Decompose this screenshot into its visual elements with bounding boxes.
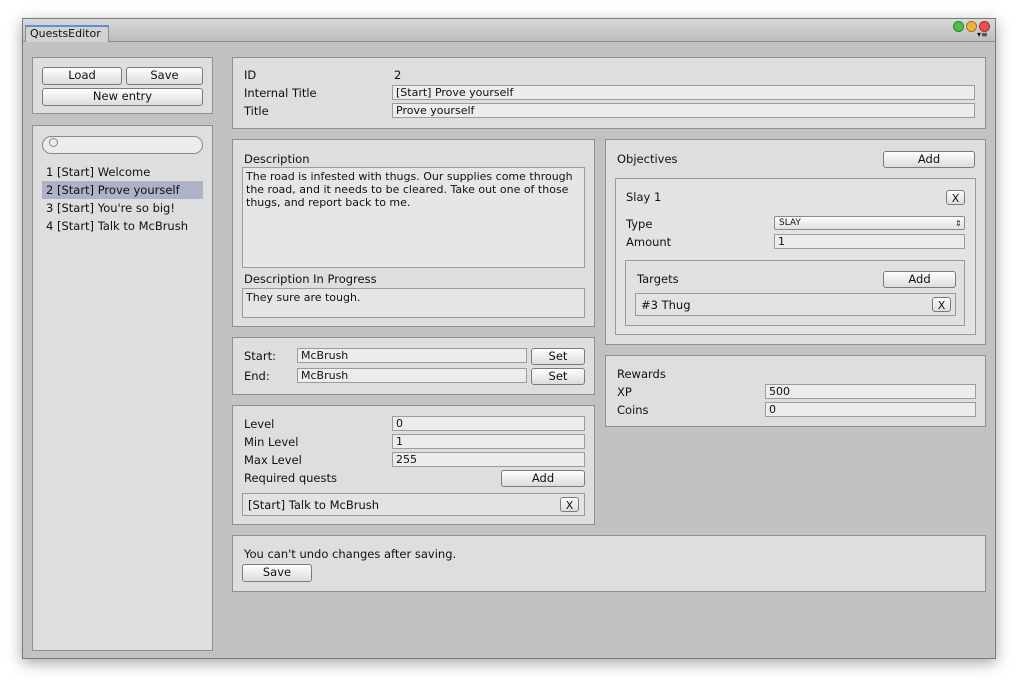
- max-level-label: Max Level: [244, 453, 302, 467]
- window-menu-icon[interactable]: ▾≡: [977, 30, 988, 39]
- objectives-label: Objectives: [617, 152, 678, 166]
- rewards-label: Rewards: [617, 367, 666, 381]
- quest-list-item[interactable]: 1 [Start] Welcome: [42, 163, 203, 181]
- min-level-field[interactable]: 1: [392, 434, 585, 449]
- targets-label: Targets: [637, 272, 679, 286]
- end-npc-field[interactable]: McBrush: [297, 368, 527, 383]
- objective-type-value: SLAY: [779, 218, 801, 228]
- file-actions-panel: Load Save New entry: [32, 57, 213, 114]
- set-end-npc-button[interactable]: Set: [531, 368, 585, 385]
- npc-panel: Start: McBrush Set End: McBrush Set: [232, 337, 595, 395]
- coins-label: Coins: [617, 403, 649, 417]
- save-button[interactable]: Save: [242, 564, 312, 582]
- quest-list-item-selected[interactable]: 2 [Start] Prove yourself: [42, 181, 203, 199]
- new-entry-button[interactable]: New entry: [42, 88, 203, 106]
- footer-panel: You can't undo changes after saving. Sav…: [232, 535, 986, 592]
- quest-list-item[interactable]: 4 [Start] Talk to McBrush: [42, 217, 203, 235]
- set-start-npc-button[interactable]: Set: [531, 348, 585, 365]
- quest-list: 1 [Start] Welcome 2 [Start] Prove yourse…: [42, 163, 203, 235]
- objective-name: Slay 1: [626, 190, 662, 204]
- title-label: Title: [244, 104, 269, 118]
- objective-amount-label: Amount: [626, 235, 672, 249]
- targets-panel: Targets Add #3 Thug X: [625, 260, 965, 326]
- remove-required-quest-button[interactable]: X: [560, 497, 579, 512]
- coins-field[interactable]: 0: [765, 402, 976, 417]
- required-quests-label: Required quests: [244, 471, 337, 485]
- description-panel: Description The road is infested with th…: [232, 139, 595, 327]
- rewards-panel: Rewards XP 500 Coins 0: [605, 355, 986, 427]
- start-npc-label: Start:: [244, 349, 276, 363]
- quest-list-panel: 1 [Start] Welcome 2 [Start] Prove yourse…: [32, 125, 213, 651]
- maximize-light-icon[interactable]: [953, 21, 964, 32]
- objective-type-label: Type: [626, 217, 653, 231]
- remove-objective-button[interactable]: X: [946, 190, 965, 205]
- end-npc-label: End:: [244, 369, 270, 383]
- tab-quests-editor[interactable]: QuestsEditor: [25, 25, 109, 42]
- xp-label: XP: [617, 385, 632, 399]
- objective-item: Slay 1 X Type SLAY ⇕ Amount 1 Targets Ad…: [615, 178, 976, 335]
- add-required-quest-button[interactable]: Add: [501, 470, 585, 487]
- quest-header-panel: ID 2 Internal Title [Start] Prove yourse…: [232, 57, 986, 129]
- minimize-light-icon[interactable]: [966, 21, 977, 32]
- select-arrows-icon: ⇕: [955, 219, 962, 228]
- id-value: 2: [394, 68, 402, 82]
- search-icon: [49, 138, 58, 147]
- search-field[interactable]: [42, 136, 203, 154]
- description-in-progress-label: Description In Progress: [244, 272, 377, 286]
- levels-panel: Level 0 Min Level 1 Max Level 255 Requir…: [232, 405, 595, 525]
- start-npc-field[interactable]: McBrush: [297, 348, 527, 363]
- load-button[interactable]: Load: [42, 67, 122, 85]
- internal-title-field[interactable]: [Start] Prove yourself: [392, 85, 975, 100]
- objectives-panel: Objectives Add Slay 1 X Type SLAY ⇕ Amou…: [605, 139, 986, 345]
- max-level-field[interactable]: 255: [392, 452, 585, 467]
- save-file-button[interactable]: Save: [126, 67, 203, 85]
- description-label: Description: [244, 152, 310, 166]
- objective-type-select[interactable]: SLAY ⇕: [774, 216, 965, 230]
- title-field[interactable]: Prove yourself: [392, 103, 975, 118]
- target-item: #3 Thug X: [635, 293, 956, 316]
- min-level-label: Min Level: [244, 435, 299, 449]
- save-warning-text: You can't undo changes after saving.: [244, 547, 457, 561]
- xp-field[interactable]: 500: [765, 384, 976, 399]
- quest-list-item[interactable]: 3 [Start] You're so big!: [42, 199, 203, 217]
- description-in-progress-textarea[interactable]: They sure are tough.: [242, 288, 585, 318]
- editor-window: QuestsEditor ▾≡ Load Save New entry 1 [S…: [22, 18, 996, 659]
- objective-amount-field[interactable]: 1: [774, 234, 965, 249]
- internal-title-label: Internal Title: [244, 86, 317, 100]
- level-field[interactable]: 0: [392, 416, 585, 431]
- remove-target-button[interactable]: X: [932, 297, 951, 312]
- id-label: ID: [244, 68, 257, 82]
- add-objective-button[interactable]: Add: [883, 151, 975, 168]
- description-textarea[interactable]: The road is infested with thugs. Our sup…: [242, 167, 585, 268]
- required-quest-label: [Start] Talk to McBrush: [248, 498, 380, 512]
- search-input[interactable]: [63, 138, 193, 152]
- level-label: Level: [244, 417, 275, 431]
- target-label: #3 Thug: [641, 298, 691, 312]
- required-quest-item: [Start] Talk to McBrush X: [242, 493, 585, 516]
- tab-strip: QuestsEditor ▾≡: [23, 19, 995, 42]
- add-target-button[interactable]: Add: [883, 271, 956, 288]
